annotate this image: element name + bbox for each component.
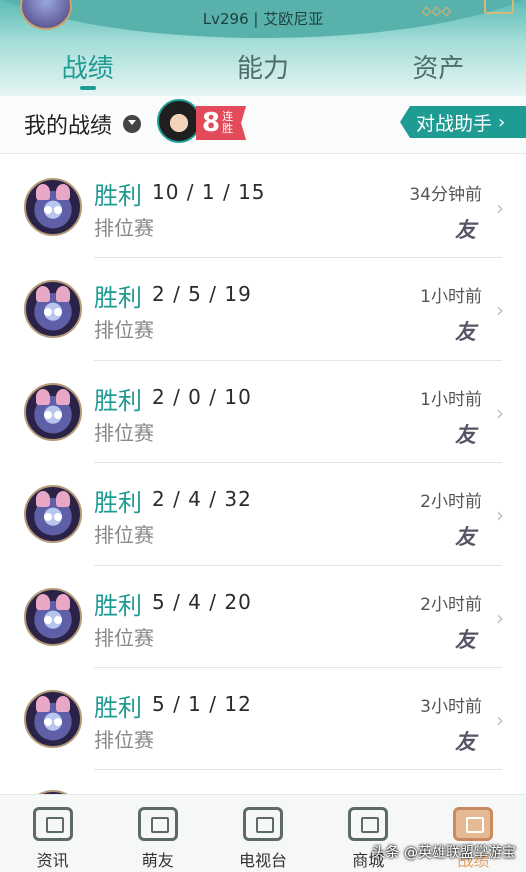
chevron-right-icon: › (496, 605, 504, 630)
match-time: 1小时前 (420, 287, 482, 308)
nav-label: 资讯 (36, 851, 69, 870)
match-row[interactable]: 胜利 2 / 4 / 32 排位赛 2小时前 友 › (0, 463, 526, 566)
match-time: 3小时前 (420, 696, 482, 717)
nav-news[interactable]: 资讯 (0, 795, 105, 872)
streak-number: 8 (202, 108, 221, 138)
match-time: 34分钟前 (409, 185, 482, 205)
match-row[interactable]: 胜利 2 / 5 / 19 排位赛 1小时前 友 › (0, 258, 526, 362)
match-kda: 5 / 1 / 12 (152, 691, 252, 716)
tab-ability[interactable]: 能力 (175, 44, 350, 96)
chat-heart-icon (137, 807, 178, 841)
champion-avatar (24, 382, 82, 441)
tab-assets[interactable]: 资产 (351, 44, 526, 96)
match-result: 胜利 (94, 693, 142, 722)
match-result: 胜利 (94, 284, 142, 313)
champion-avatar (24, 178, 82, 236)
match-result: 胜利 (94, 489, 142, 518)
header: Lv296 | 艾欧尼亚 战绩 能力 资产 (0, 0, 526, 96)
streak-text: 连胜 (222, 110, 234, 135)
tab-bar: 战绩 能力 资产 (0, 44, 526, 96)
match-kda: 2 / 4 / 32 (152, 487, 252, 512)
champion-avatar (24, 689, 82, 748)
chevron-right-icon: › (496, 707, 504, 732)
champion-avatar (24, 587, 82, 646)
friend-tag: 友 (455, 729, 476, 754)
tab-label: 资产 (412, 54, 465, 84)
match-mode: 排位赛 (94, 523, 154, 548)
friend-tag: 友 (455, 525, 476, 550)
match-kda: 2 / 5 / 19 (152, 282, 252, 307)
share-icon[interactable] (484, 0, 514, 14)
friend-tag: 友 (455, 627, 476, 652)
tab-label: 能力 (236, 54, 289, 84)
match-kda: 10 / 1 / 15 (152, 180, 266, 204)
match-list: 胜利 10 / 1 / 15 排位赛 34分钟前 友 › 胜利 2 / 5 / … (0, 156, 526, 849)
champion-avatar (24, 280, 82, 339)
chevron-right-icon: › (496, 196, 504, 220)
stats-icon (453, 807, 494, 841)
match-time: 2小时前 (420, 492, 482, 513)
chevron-right-icon: › (496, 298, 504, 323)
match-mode: 排位赛 (94, 625, 154, 650)
match-result: 胜利 (94, 386, 142, 415)
chevron-right-icon: › (498, 111, 506, 133)
watermark-text: 头条 @英雄联盟掌游宝 (371, 845, 516, 861)
match-result: 胜利 (94, 591, 142, 620)
nav-label: 萌友 (141, 851, 174, 870)
nav-label: 电视台 (239, 851, 288, 870)
win-streak-badge: 8 连胜 (196, 106, 247, 140)
my-record-bar: 我的战绩 8 连胜 对战助手 › (0, 96, 526, 154)
chevron-right-icon: › (496, 400, 504, 425)
friend-tag: 友 (455, 218, 476, 242)
match-result: 胜利 (94, 182, 142, 210)
match-mode: 排位赛 (94, 420, 154, 445)
battle-helper-label: 对战助手 (416, 112, 493, 135)
tab-label: 战绩 (61, 54, 114, 84)
champion-avatar (24, 485, 82, 544)
match-row[interactable]: 胜利 10 / 1 / 15 排位赛 34分钟前 友 › (0, 156, 526, 259)
chevron-down-icon[interactable] (123, 115, 141, 133)
match-kda: 5 / 4 / 20 (152, 589, 252, 614)
match-time: 1小时前 (420, 389, 482, 410)
match-kda: 2 / 0 / 10 (152, 384, 252, 409)
app-screen: Lv296 | 艾欧尼亚 战绩 能力 资产 我的战绩 8 连胜 对战助手 › 胜… (0, 0, 526, 872)
friend-tag: 友 (455, 320, 476, 345)
match-time: 2小时前 (420, 594, 482, 615)
match-row[interactable]: 胜利 5 / 4 / 20 排位赛 2小时前 友 › (0, 566, 526, 669)
friend-tag: 友 (455, 422, 476, 447)
nav-tv[interactable]: 电视台 (210, 795, 315, 872)
match-row[interactable]: 胜利 2 / 0 / 10 排位赛 1小时前 友 › (0, 361, 526, 464)
tab-record[interactable]: 战绩 (0, 44, 175, 96)
shop-icon (348, 807, 389, 841)
match-mode: 排位赛 (94, 727, 154, 752)
match-row[interactable]: 胜利 5 / 1 / 12 排位赛 3小时前 友 › (0, 668, 526, 771)
match-mode: 排位赛 (94, 216, 154, 240)
tv-icon (243, 807, 283, 841)
my-record-title[interactable]: 我的战绩 (24, 108, 112, 140)
book-icon (32, 807, 73, 841)
decoration-icon (421, 0, 459, 17)
match-mode: 排位赛 (94, 318, 154, 343)
streak-hero-avatar (157, 99, 201, 143)
tab-indicator (79, 86, 96, 90)
chevron-right-icon: › (496, 503, 504, 528)
battle-helper-button[interactable]: 对战助手 › (400, 106, 526, 138)
nav-friends[interactable]: 萌友 (105, 795, 210, 872)
